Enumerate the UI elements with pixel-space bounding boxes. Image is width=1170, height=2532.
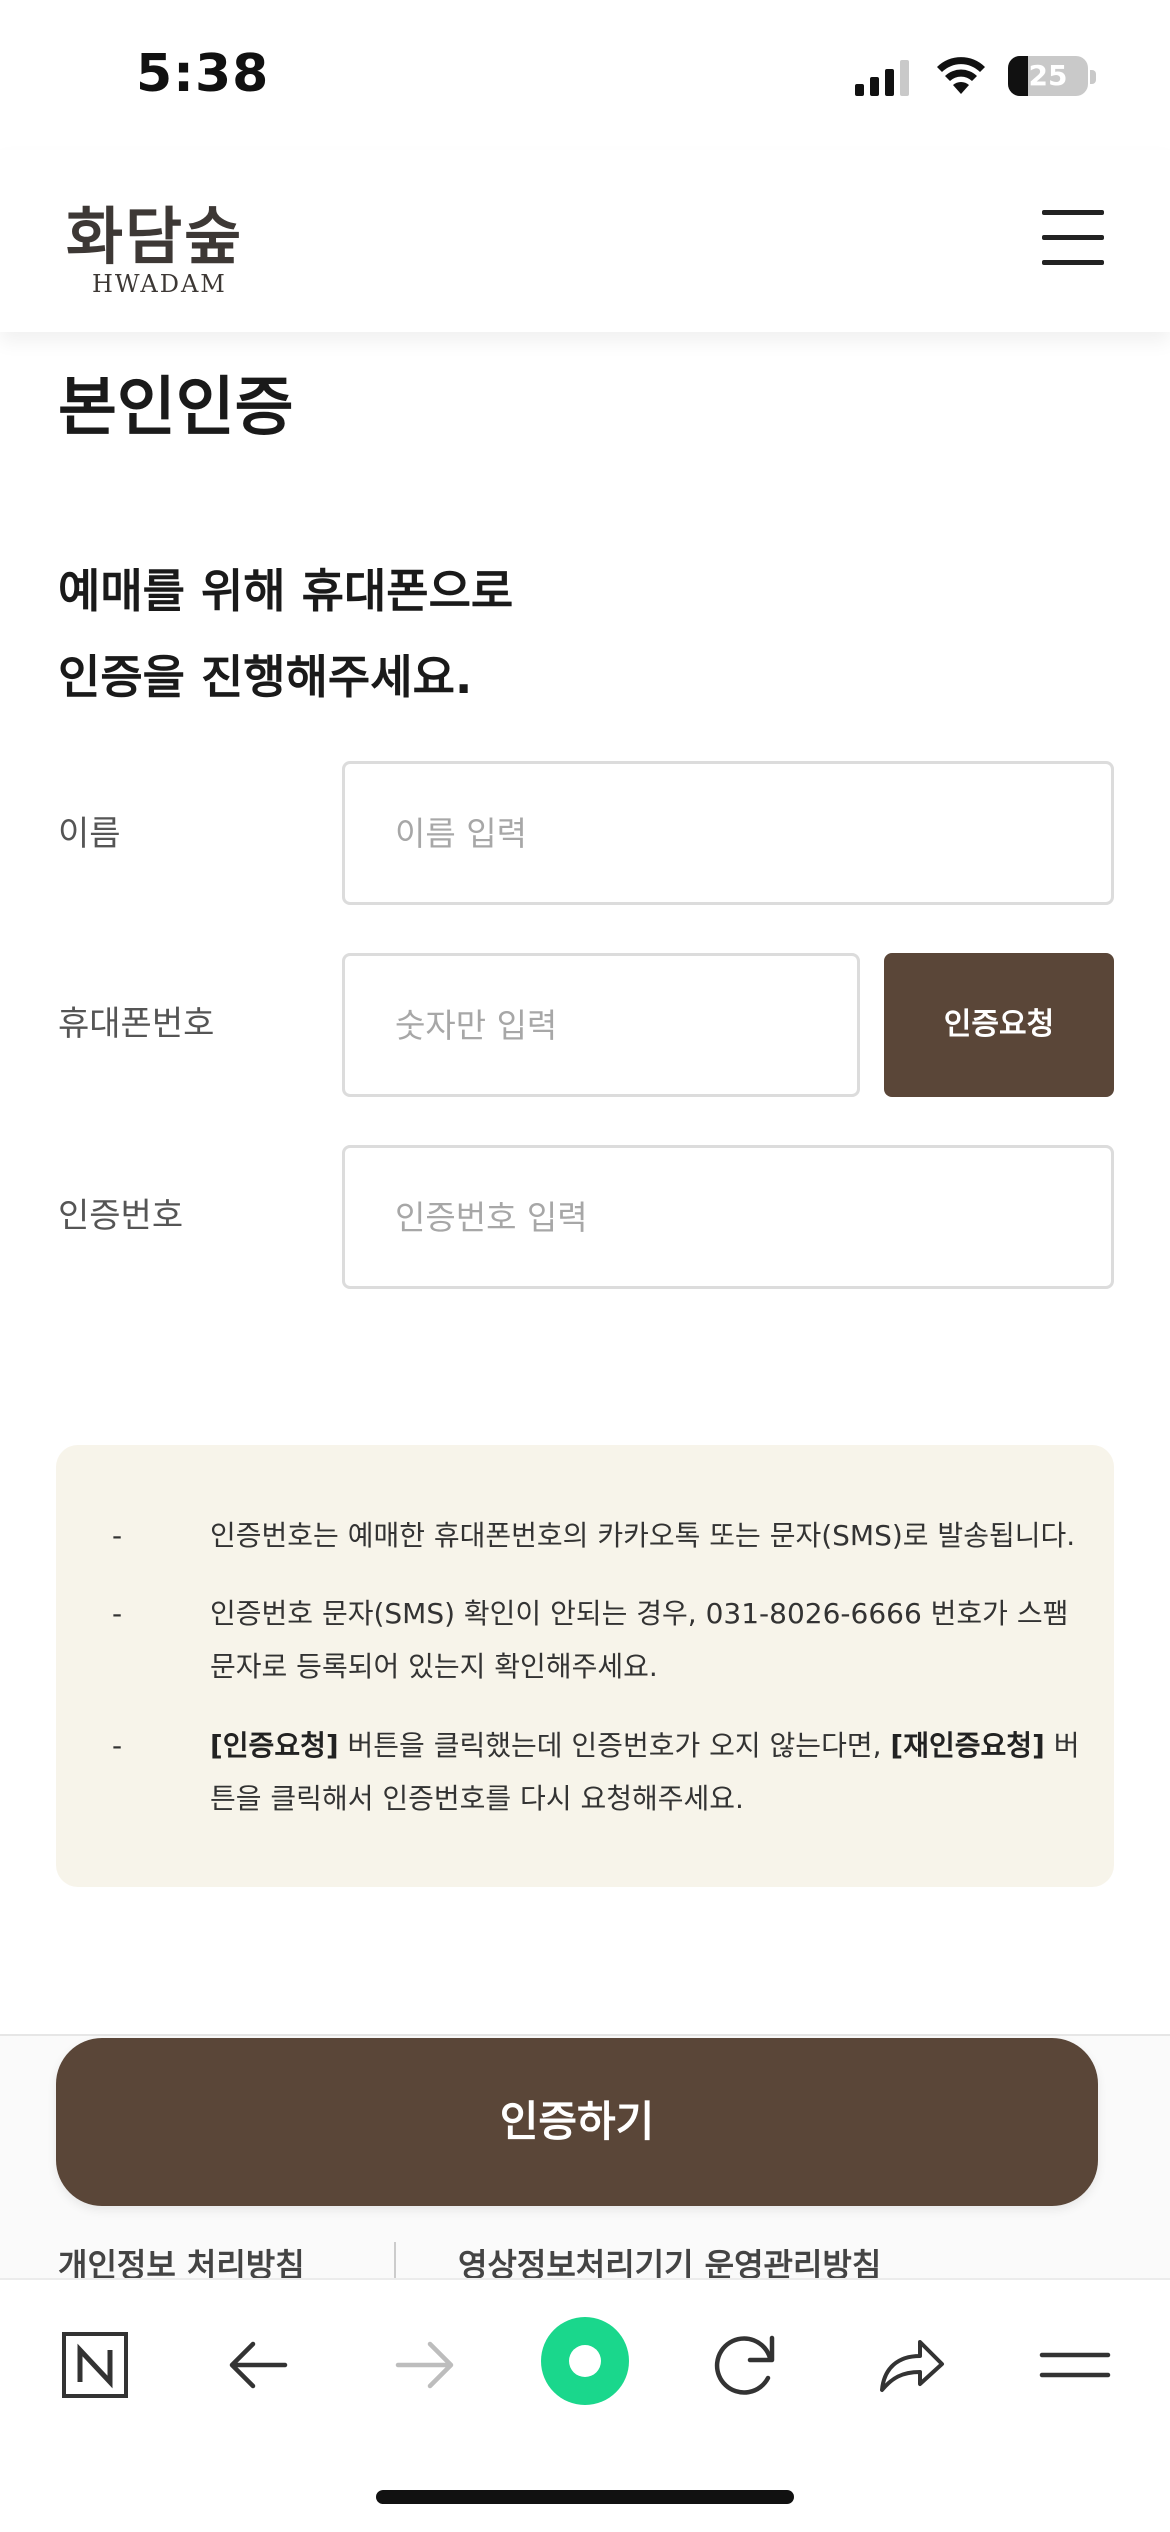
logo-korean: 화담숲 (66, 200, 244, 273)
notice-bold-request: [인증요청] (210, 1729, 339, 1762)
hwadam-logo[interactable]: 화담숲 HWADAM (66, 186, 266, 306)
hamburger-menu-icon[interactable] (1042, 210, 1104, 266)
auth-request-button[interactable]: 인증요청 (884, 953, 1114, 1097)
naver-n-icon[interactable] (50, 2320, 140, 2410)
page-title: 본인인증 (58, 371, 294, 445)
status-time: 5:38 (136, 44, 270, 104)
verify-button[interactable]: 인증하기 (56, 2038, 1098, 2206)
phone-field (342, 953, 860, 1097)
notice-text-2: 인증번호 문자(SMS) 확인이 안되는 경우, 031-8026-6666 번… (210, 1597, 1069, 1683)
battery-tip (1090, 70, 1096, 84)
wifi-icon (937, 57, 985, 94)
name-label: 이름 (58, 814, 121, 854)
home-indicator (376, 2490, 794, 2504)
notice-dash: - (112, 1597, 123, 1630)
phone-label: 휴대폰번호 (58, 1004, 215, 1044)
code-label: 인증번호 (58, 1196, 184, 1236)
notice-text-1: 인증번호는 예매한 휴대폰번호의 카카오톡 또는 문자(SMS)로 발송됩니다. (210, 1519, 1076, 1552)
logo-english: HWADAM (92, 270, 227, 298)
name-field (342, 761, 1114, 905)
forward-arrow-icon[interactable] (378, 2320, 468, 2410)
subtitle-line-1: 예매를 위해 휴대폰으로 (58, 564, 514, 618)
site-header: 화담숲 HWADAM (0, 150, 1170, 332)
notice-dash: - (112, 1519, 123, 1552)
notice-bold-rerequest: [재인증요청] (890, 1729, 1045, 1762)
notice-box: - 인증번호는 예매한 휴대폰번호의 카카오톡 또는 문자(SMS)로 발송됩니… (56, 1445, 1114, 1887)
reload-icon[interactable] (700, 2320, 790, 2410)
subtitle-line-2: 인증을 진행해주세요. (58, 650, 473, 704)
code-input[interactable] (345, 1148, 1111, 1286)
status-bar: 5:38 25 (0, 0, 1170, 150)
green-circle-icon[interactable] (540, 2316, 630, 2406)
name-input[interactable] (345, 764, 1111, 902)
back-arrow-icon[interactable] (215, 2320, 305, 2410)
menu-icon[interactable] (1030, 2320, 1120, 2410)
notice-text-3: [인증요청] 버튼을 클릭했는데 인증번호가 오지 않는다면, [재인증요청] … (210, 1719, 1090, 1825)
notice-dash: - (112, 1729, 123, 1762)
notice-text-3-mid: 버튼을 클릭했는데 인증번호가 오지 않는다면, (338, 1729, 891, 1762)
phone-input[interactable] (345, 956, 857, 1094)
share-icon[interactable] (864, 2320, 954, 2410)
code-field (342, 1145, 1114, 1289)
footer-separator (394, 2242, 396, 2278)
cellular-signal-icon (855, 60, 909, 96)
battery-level: 25 (1028, 59, 1068, 92)
page-subtitle: 예매를 위해 휴대폰으로 인증을 진행해주세요. (58, 548, 758, 720)
battery-icon: 25 (1008, 56, 1088, 96)
